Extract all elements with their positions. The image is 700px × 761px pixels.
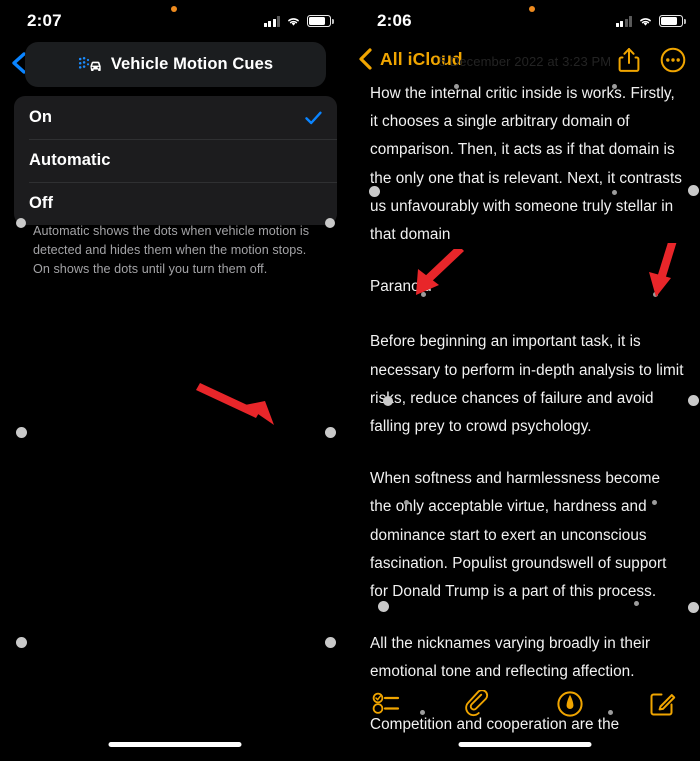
markup-pen-icon[interactable] <box>556 690 586 718</box>
cellular-signal-icon <box>615 16 632 27</box>
battery-icon <box>659 15 686 27</box>
motion-cue-dot <box>369 186 380 197</box>
option-label: Automatic <box>29 151 111 169</box>
vehicle-motion-cues-icon <box>78 56 102 74</box>
option-label: Off <box>29 194 54 212</box>
motion-cue-dot <box>688 395 699 406</box>
motion-cue-dot <box>608 710 613 715</box>
compose-icon[interactable] <box>648 690 678 718</box>
motion-cue-dot <box>325 637 336 648</box>
motion-cue-dot <box>688 602 699 613</box>
status-time: 2:06 <box>377 11 412 30</box>
motion-cue-dot <box>421 292 426 297</box>
motion-cue-dot <box>16 637 27 648</box>
motion-cue-dot <box>612 190 617 195</box>
motion-cue-dot <box>634 601 639 606</box>
motion-cue-dot <box>383 396 393 406</box>
settings-panel: 2:07 Vehicle Motion Cues On Automatic Of… <box>0 0 350 761</box>
checklist-icon[interactable] <box>372 690 402 718</box>
option-footnote: Automatic shows the dots when vehicle mo… <box>33 224 310 276</box>
motion-cue-dot <box>454 84 459 89</box>
page-title: Vehicle Motion Cues <box>110 55 274 73</box>
option-row-on[interactable]: On <box>14 96 337 139</box>
checkmark-icon <box>305 111 322 125</box>
wifi-icon <box>638 16 653 27</box>
privacy-indicator-dot <box>171 6 177 12</box>
status-time: 2:07 <box>27 11 62 30</box>
note-paragraph: Before beginning an important task, it i… <box>370 333 684 436</box>
motion-cue-dot <box>404 500 409 505</box>
motion-cue-dot <box>420 710 425 715</box>
wifi-icon <box>286 16 301 27</box>
motion-cue-dot <box>16 427 27 438</box>
motion-cue-dot <box>378 601 389 612</box>
annotation-arrow <box>196 378 284 433</box>
paperclip-icon[interactable] <box>464 689 494 718</box>
motion-cue-dot <box>325 218 335 228</box>
motion-cue-dot <box>653 292 658 297</box>
status-bar-left: 2:07 <box>0 0 350 42</box>
motion-cue-dot <box>16 218 26 228</box>
note-paragraph-heading: Paranoid <box>370 278 432 296</box>
screenshot-stage: 2:07 Vehicle Motion Cues On Automatic Of… <box>0 0 700 761</box>
privacy-indicator-dot <box>529 6 535 12</box>
note-content[interactable]: How the internal critic inside is works.… <box>370 80 684 761</box>
battery-icon <box>307 15 334 27</box>
note-paragraph: All the nicknames varying broadly in the… <box>370 635 651 681</box>
home-indicator <box>458 742 592 747</box>
option-row-off[interactable]: Off <box>14 182 337 225</box>
note-paragraph: When softness and harmlessness become th… <box>370 470 667 601</box>
motion-cue-dot <box>325 427 336 438</box>
option-label: On <box>29 108 53 126</box>
option-list: On Automatic Off <box>14 96 337 225</box>
note-paragraph: How the internal critic inside is works.… <box>370 85 682 244</box>
note-date: 5 December 2022 at 3:23 PM <box>438 54 612 69</box>
status-bar-right: 2:06 <box>350 0 700 42</box>
motion-cue-dot <box>688 185 699 196</box>
motion-cue-dot <box>612 84 617 89</box>
note-toolbar <box>350 684 700 724</box>
cellular-signal-icon <box>263 16 280 27</box>
option-row-automatic[interactable]: Automatic <box>14 139 337 182</box>
notes-panel: 2:06 All iCloud 5 December 2022 at 3:23 … <box>350 0 700 761</box>
motion-cue-dot <box>652 500 657 505</box>
home-indicator <box>108 742 242 747</box>
nav-title-pill: Vehicle Motion Cues <box>25 42 326 87</box>
